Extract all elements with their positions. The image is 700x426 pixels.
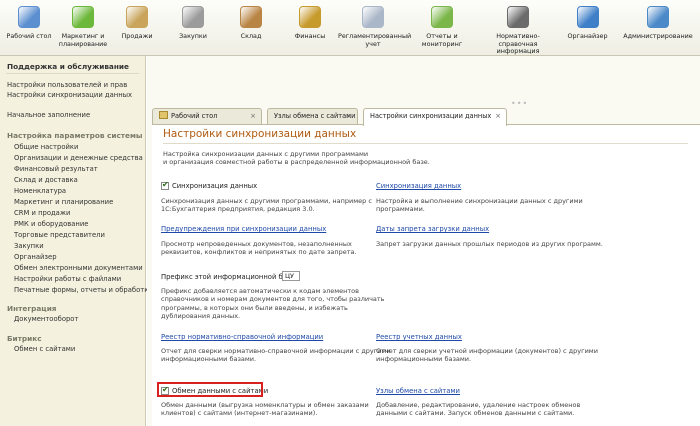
sidebar-item-param[interactable]: Торговые представители xyxy=(14,231,105,239)
intro-text: Настройка синхронизации данных с другими… xyxy=(163,150,430,167)
section-label: Закупки xyxy=(179,32,207,40)
section-label: Нормативно-справочная информация xyxy=(496,32,540,55)
sync-data-checkbox[interactable]: ✔ xyxy=(161,180,169,190)
site-exchange-desc: Обмен данными (выгрузка номенклатуры и о… xyxy=(161,401,369,418)
sidebar-item-param[interactable]: Финансовый результат xyxy=(14,165,98,173)
sync-data-desc: Синхронизация данных с другими программа… xyxy=(161,197,372,214)
tab-label: Узлы обмена с сайтами xyxy=(274,112,356,120)
sync-data-link[interactable]: Синхронизация данных xyxy=(376,182,461,190)
section-label: Регламентированный учет xyxy=(338,32,412,48)
accounting-icon xyxy=(362,6,384,28)
checkmark-icon: ✔ xyxy=(162,180,169,189)
section-purchases[interactable]: Закупки xyxy=(168,0,218,56)
sidebar-item-param[interactable]: РМК и оборудование xyxy=(14,220,88,228)
sidebar-item-docflow[interactable]: Документооборот xyxy=(14,315,78,323)
tab-site-nodes[interactable]: Узлы обмена с сайтами × xyxy=(267,108,358,125)
reference-registry-link[interactable]: Реестр нормативно-справочной информации xyxy=(161,333,323,341)
divider xyxy=(163,143,688,144)
sync-settings-form: Настройки синхронизации данных Настройка… xyxy=(152,124,700,426)
section-desktop[interactable]: Рабочий стол xyxy=(5,0,53,56)
purchases-icon xyxy=(182,6,204,28)
site-nodes-link[interactable]: Узлы обмена с сайтами xyxy=(376,387,460,395)
sidebar-item-param[interactable]: Организации и денежные средства xyxy=(14,154,143,162)
sidebar-item-initial-fill[interactable]: Начальное заполнение xyxy=(7,111,90,119)
close-icon[interactable]: × xyxy=(495,109,501,124)
prohibition-dates-desc: Запрет загрузки данных прошлых периодов … xyxy=(376,240,603,248)
sidebar-item-param[interactable]: Номенклатура xyxy=(14,187,66,195)
sidebar-title-bitrix: Битрикс xyxy=(7,334,42,343)
marketing-icon xyxy=(72,6,94,28)
sidebar-item-user-settings[interactable]: Настройки пользователей и прав xyxy=(7,81,127,89)
sync-warnings-desc: Просмотр непроведенных документов, незап… xyxy=(161,240,357,257)
tab-label: Рабочий стол xyxy=(171,112,218,120)
reports-icon xyxy=(431,6,453,28)
section-label: Склад xyxy=(240,32,262,40)
accounting-registry-link[interactable]: Реестр учетных данных xyxy=(376,333,462,341)
desktop-icon xyxy=(18,6,40,28)
section-admin[interactable]: Администрирование xyxy=(618,0,698,56)
tab-sync-settings[interactable]: Настройки синхронизации данных × xyxy=(363,108,507,126)
section-label: Органайзер xyxy=(567,32,608,40)
divider xyxy=(6,73,139,74)
highlight-frame xyxy=(157,382,263,397)
sections-panel: Рабочий стол Маркетинг и планирование Прод… xyxy=(0,0,700,56)
reference-icon xyxy=(507,6,529,28)
tab-desktop[interactable]: Рабочий стол × xyxy=(152,108,262,125)
splitter-handle[interactable]: ••• xyxy=(511,99,528,108)
sidebar-item-site-exchange[interactable]: Обмен с сайтами xyxy=(14,345,75,353)
sidebar-title-integration: Интеграция xyxy=(7,304,57,313)
section-label: Финансы xyxy=(294,32,326,40)
prefix-label: Префикс этой информационной базы: xyxy=(161,273,299,281)
section-reports[interactable]: Отчеты и мониторинг xyxy=(412,0,472,56)
section-organizer[interactable]: Органайзер xyxy=(560,0,615,56)
section-finance[interactable]: Финансы xyxy=(285,0,335,56)
section-label: Рабочий стол xyxy=(6,32,52,40)
section-marketing[interactable]: Маркетинг и планирование xyxy=(55,0,111,56)
sidebar-item-param[interactable]: Закупки xyxy=(14,242,44,250)
sidebar-item-param[interactable]: Маркетинг и планирование xyxy=(14,198,113,206)
prefix-desc: Префикс добавляется автоматически к кода… xyxy=(161,287,385,321)
section-reference[interactable]: Нормативно-справочная информация xyxy=(478,0,558,56)
reference-registry-desc: Отчет для сверки нормативно-справочной и… xyxy=(161,347,391,364)
sidebar-item-param[interactable]: Органайзер xyxy=(14,253,57,261)
close-icon[interactable]: × xyxy=(346,109,352,124)
section-label: Администрирование xyxy=(623,32,693,40)
sync-data-label: Синхронизация данных xyxy=(172,182,258,190)
section-warehouse[interactable]: Склад xyxy=(225,0,277,56)
section-label: Продажи xyxy=(121,32,153,40)
accounting-registry-desc: Отчет для сверки учетной информации (док… xyxy=(376,347,598,364)
admin-icon xyxy=(647,6,669,28)
sidebar-item-sync-settings[interactable]: Настройки синхронизации данных xyxy=(7,91,132,99)
tab-label: Настройки синхронизации данных xyxy=(370,112,492,120)
section-label: Отчеты и мониторинг xyxy=(421,32,463,48)
prohibition-dates-link[interactable]: Даты запрета загрузки данных xyxy=(376,225,489,233)
site-nodes-desc: Добавление, редактирование, удаление нас… xyxy=(376,401,581,418)
sidebar-title-support: Поддержка и обслуживание xyxy=(7,62,129,71)
sidebar-item-param[interactable]: Печатные формы, отчеты и обработки xyxy=(14,286,153,294)
sales-icon xyxy=(126,6,148,28)
page-title: Настройки синхронизации данных xyxy=(163,128,357,140)
section-accounting[interactable]: Регламентированный учет xyxy=(338,0,412,56)
sync-data-link-desc: Настройка и выполнение синхронизации дан… xyxy=(376,197,583,214)
section-sales[interactable]: Продажи xyxy=(113,0,161,56)
sidebar: Поддержка и обслуживание Настройки польз… xyxy=(0,56,153,426)
finance-icon xyxy=(299,6,321,28)
sidebar-item-param[interactable]: Настройки работы с файлами xyxy=(14,275,121,283)
sidebar-item-param[interactable]: Склад и доставка xyxy=(14,176,78,184)
sidebar-item-param[interactable]: CRM и продажи xyxy=(14,209,70,217)
sidebar-title-params: Настройка параметров системы xyxy=(7,131,143,140)
sidebar-item-param[interactable]: Общие настройки xyxy=(14,143,78,151)
sidebar-item-param[interactable]: Обмен электронными документами xyxy=(14,264,143,272)
warehouse-icon xyxy=(240,6,262,28)
close-icon[interactable]: × xyxy=(250,109,256,124)
prefix-input[interactable]: ЦУ xyxy=(282,271,300,281)
desktop-tab-icon xyxy=(159,111,168,119)
organizer-icon xyxy=(576,6,599,28)
sync-warnings-link[interactable]: Предупреждения при синхронизации данных xyxy=(161,225,326,233)
section-label: Маркетинг и планирование xyxy=(58,32,108,48)
